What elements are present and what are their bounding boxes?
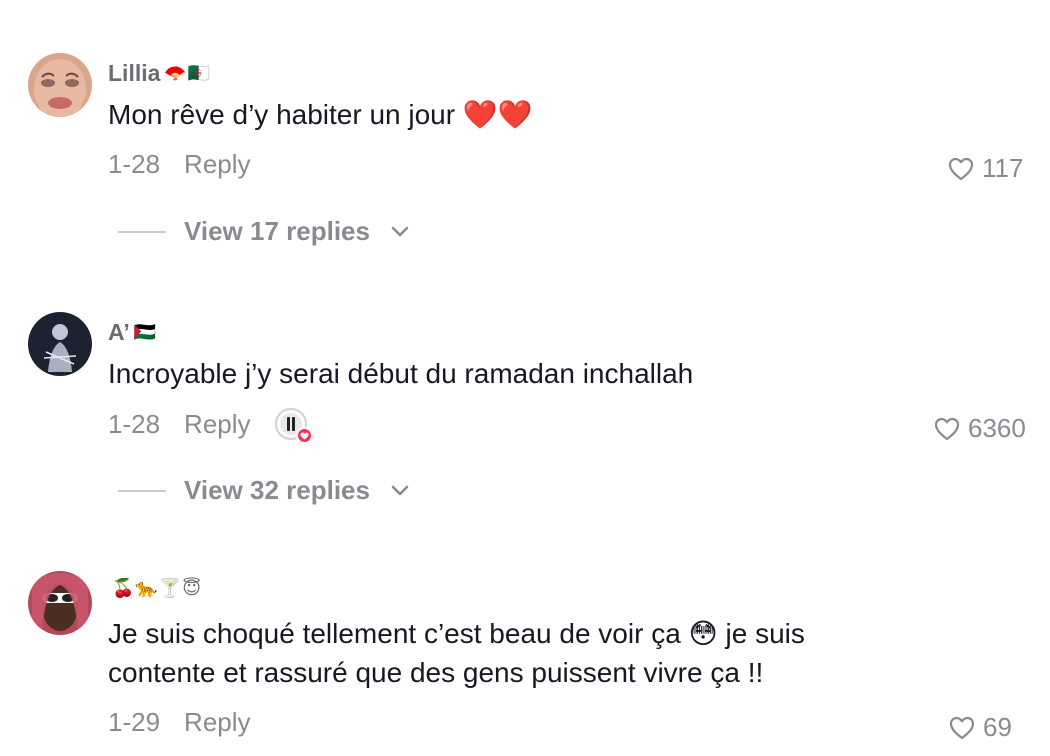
- chevron-down-icon: [391, 226, 409, 236]
- username-emoji: 🇵🇸: [133, 322, 158, 342]
- reply-button[interactable]: Reply: [184, 149, 250, 180]
- heart-outline-icon: [948, 157, 974, 180]
- like-button[interactable]: 117: [948, 153, 1023, 184]
- username[interactable]: Lillia 🪭🇩🇿: [108, 60, 211, 87]
- reply-button[interactable]: Reply: [184, 409, 250, 440]
- view-replies-label: View 32 replies: [184, 475, 370, 505]
- heart-outline-icon: [934, 417, 960, 440]
- like-count: 69: [983, 712, 1012, 742]
- avatar[interactable]: [28, 53, 92, 117]
- username[interactable]: 🍒🐆🍸😇: [108, 578, 202, 599]
- username[interactable]: A’ 🇵🇸: [108, 319, 157, 346]
- comment-meta: 1-28 Reply: [108, 149, 251, 180]
- username-emoji: 🪭🇩🇿: [164, 63, 212, 83]
- heart-outline-icon: [949, 716, 975, 739]
- comment-text: Incroyable j’y serai début du ramadan in…: [108, 358, 694, 389]
- comment-meta: 1-29 Reply: [108, 707, 251, 738]
- like-button[interactable]: 6360: [934, 413, 1026, 444]
- avatar[interactable]: [28, 571, 92, 635]
- comment-text: Mon rêve d’y habiter un jour ❤️❤️: [108, 99, 533, 130]
- username-text: Lillia: [108, 60, 161, 86]
- reply-button[interactable]: Reply: [184, 707, 250, 738]
- comment-meta: 1-28 Reply: [108, 408, 313, 444]
- like-count: 6360: [968, 413, 1026, 443]
- like-count: 117: [982, 153, 1024, 183]
- comment-text: Je suis choqué tellement c’est beau de v…: [108, 618, 805, 688]
- username-emoji: 🍒🐆🍸😇: [112, 578, 203, 598]
- view-replies-button[interactable]: View 17 replies: [118, 216, 410, 247]
- divider-line: [118, 230, 166, 233]
- comment-date: 1-28: [108, 408, 161, 439]
- divider-line: [118, 489, 166, 492]
- comment-date: 1-28: [108, 149, 161, 179]
- avatar[interactable]: [28, 312, 92, 376]
- view-replies-button[interactable]: View 32 replies: [118, 475, 410, 506]
- view-replies-label: View 17 replies: [184, 216, 370, 246]
- chevron-down-icon: [391, 485, 409, 495]
- creator-liked-badge-icon: [274, 408, 313, 444]
- comment-date: 1-29: [108, 707, 161, 737]
- username-text: A’: [108, 319, 130, 345]
- like-button[interactable]: 69: [949, 712, 1012, 743]
